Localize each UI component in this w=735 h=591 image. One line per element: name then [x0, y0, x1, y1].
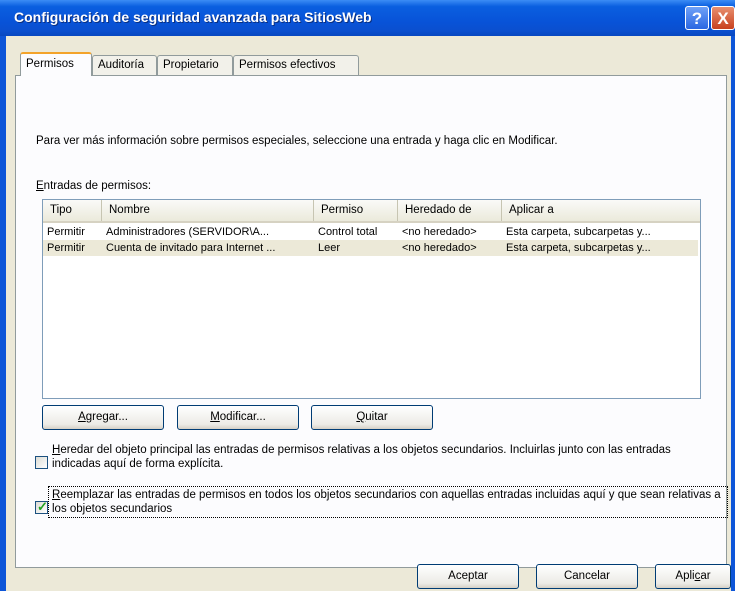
inherit-checkbox[interactable] — [35, 456, 48, 469]
row-heredado: <no heredado> — [402, 242, 477, 254]
tab-permisos-efectivos[interactable]: Permisos efectivos — [233, 55, 359, 75]
permissions-tab-panel: Para ver más información sobre permisos … — [15, 75, 728, 568]
list-header: Tipo Nombre Permiso Heredado de Aplicar … — [43, 200, 700, 223]
title-bar[interactable]: Configuración de seguridad avanzada para… — [0, 0, 735, 36]
row-tipo: Permitir — [47, 242, 85, 254]
dialog-client-area: Permisos Auditoría Propietario Permisos … — [6, 36, 731, 591]
column-header-heredado-de[interactable]: Heredado de — [398, 200, 502, 221]
row-aplicar: Esta carpeta, subcarpetas y... — [506, 242, 651, 254]
row-nombre: Cuenta de invitado para Internet ... — [106, 242, 276, 254]
cancel-button[interactable]: Cancelar — [536, 564, 638, 589]
edit-button[interactable]: Modificar... — [177, 405, 299, 430]
table-row[interactable]: Permitir Administradores (SERVIDOR\A... … — [43, 224, 700, 240]
row-aplicar: Esta carpeta, subcarpetas y... — [506, 226, 651, 238]
help-button[interactable]: ? — [685, 6, 709, 30]
row-permiso: Leer — [318, 242, 341, 254]
replace-permissions-option[interactable]: ✓ Reemplazar las entradas de permisos en… — [35, 486, 728, 520]
table-row[interactable]: Permitir Cuenta de invitado para Interne… — [43, 240, 698, 256]
row-heredado: <no heredado> — [402, 226, 477, 238]
inherit-permissions-option[interactable]: Heredar del objeto principal las entrada… — [35, 443, 725, 475]
row-permiso: Control total — [318, 226, 378, 238]
replace-checkbox[interactable]: ✓ — [35, 499, 48, 514]
tab-auditoria[interactable]: Auditoría — [92, 55, 157, 75]
inherit-checkbox-label: Heredar del objeto principal las entrada… — [52, 444, 671, 470]
column-header-permiso[interactable]: Permiso — [314, 200, 398, 221]
info-text: Para ver más información sobre permisos … — [36, 135, 558, 147]
ok-button[interactable]: Aceptar — [417, 564, 519, 589]
column-header-aplicar-a[interactable]: Aplicar a — [502, 200, 700, 221]
apply-button[interactable]: Aplicar — [655, 564, 731, 589]
close-button[interactable]: X — [711, 6, 735, 30]
window-border-right — [731, 36, 735, 591]
check-mark-icon: ✓ — [37, 499, 48, 514]
replace-checkbox-label: Reemplazar las entradas de permisos en t… — [52, 489, 721, 515]
remove-button[interactable]: Quitar — [311, 405, 433, 430]
column-header-nombre[interactable]: Nombre — [102, 200, 314, 221]
column-header-tipo[interactable]: Tipo — [43, 200, 102, 221]
tab-permisos[interactable]: Permisos — [20, 52, 92, 76]
window-title: Configuración de seguridad avanzada para… — [14, 9, 372, 25]
row-tipo: Permitir — [47, 226, 85, 238]
tab-propietario[interactable]: Propietario — [157, 55, 233, 75]
permission-entries-list[interactable]: Tipo Nombre Permiso Heredado de Aplicar … — [42, 199, 701, 399]
add-button[interactable]: Agregar... — [42, 405, 164, 430]
permission-entries-label: Entradas de permisos: — [36, 180, 152, 192]
dialog-window: Configuración de seguridad avanzada para… — [0, 0, 735, 591]
row-nombre: Administradores (SERVIDOR\A... — [106, 226, 270, 238]
